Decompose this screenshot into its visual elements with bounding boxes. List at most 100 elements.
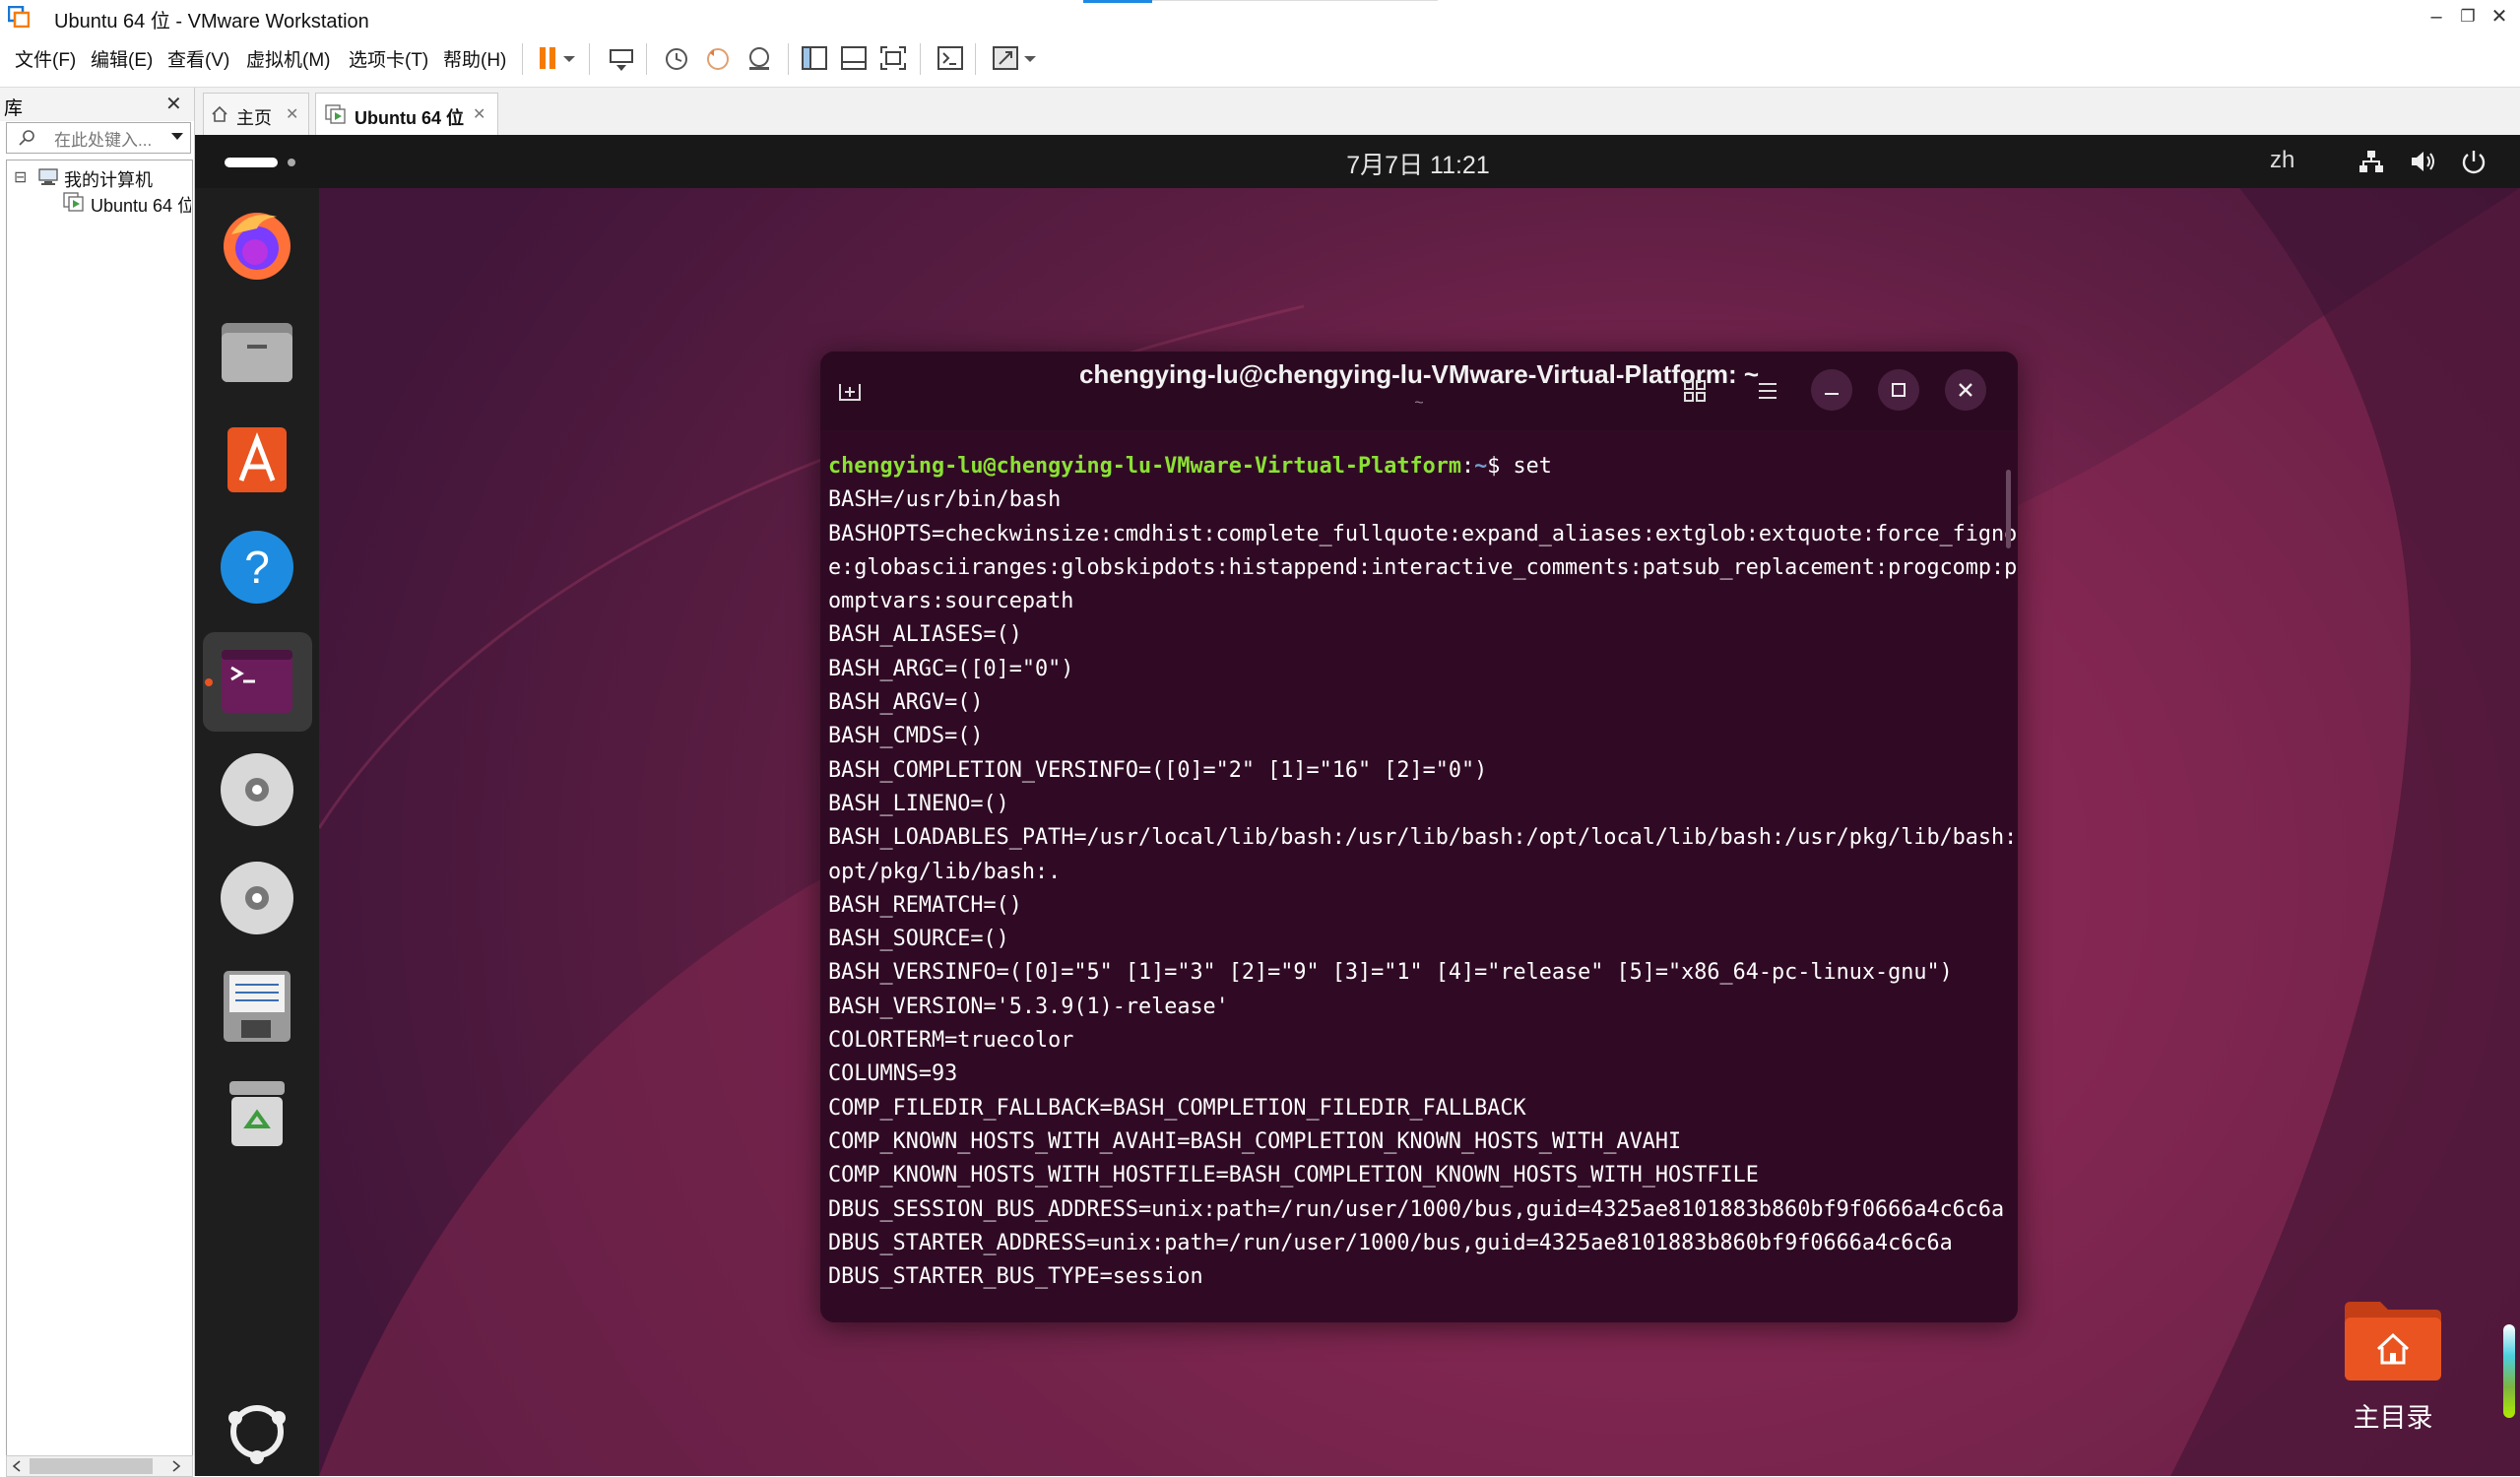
chevron-down-icon[interactable]	[559, 41, 579, 75]
menu-vm[interactable]: 虚拟机(M)	[246, 45, 330, 72]
output-line: omptvars:sourcepath	[828, 589, 1074, 614]
tab-strip	[195, 88, 2520, 136]
svg-text:?: ?	[244, 542, 270, 593]
console-view-icon[interactable]	[934, 41, 967, 75]
files-icon[interactable]	[218, 311, 296, 390]
menu-file[interactable]: 文件(F)	[15, 45, 76, 72]
output-line: COMP_FILEDIR_FALLBACK=BASH_COMPLETION_FI…	[828, 1095, 1526, 1121]
tab-ubuntu-close-button[interactable]: ✕	[473, 104, 485, 124]
library-search-placeholder: 在此处键入...	[54, 131, 153, 150]
close-icon[interactable]	[1945, 369, 1986, 411]
window-title: Ubuntu 64 位 - VMware Workstation	[54, 11, 369, 32]
input-method-indicator[interactable]: zh	[2270, 147, 2294, 174]
tab-home-label: 主页	[236, 108, 272, 128]
tree-collapse-toggle[interactable]: ⊟	[14, 167, 27, 187]
tree-item-ubuntu[interactable]: Ubuntu 64 位	[91, 196, 191, 216]
floppy-drive-icon[interactable]	[218, 967, 296, 1046]
output-line: opt/pkg/lib/bash:.	[828, 859, 1062, 884]
library-close-button[interactable]: ✕	[165, 92, 182, 116]
snapshot-manager-icon[interactable]	[743, 41, 776, 75]
minimize-icon[interactable]	[1811, 369, 1852, 411]
tab-ubuntu-label: Ubuntu 64 位	[355, 108, 464, 128]
trash-icon[interactable]	[218, 1073, 296, 1152]
tab-home-close-button[interactable]: ✕	[286, 104, 298, 124]
library-title: 库	[4, 98, 24, 119]
home-folder-icon[interactable]	[2341, 1298, 2445, 1382]
prompt-separator: :	[1461, 454, 1475, 479]
prompt-user: chengying-lu@chengying-lu-VMware-Virtual…	[828, 454, 1462, 479]
output-line: DBUS_STARTER_ADDRESS=unix:path=/run/user…	[828, 1230, 1953, 1255]
library-tree	[6, 160, 193, 1457]
network-icon[interactable]	[2358, 148, 2385, 175]
vm-running-icon	[325, 104, 346, 124]
output-line: e:globasciiranges:globskipdots:histappen…	[828, 554, 2018, 580]
output-line: BASHOPTS=checkwinsize:cmdhist:complete_f…	[828, 521, 2018, 546]
full-screen-icon[interactable]	[876, 41, 910, 75]
terminal-window[interactable]: chengying-lu@chengying-lu-VMware-Virtual…	[820, 352, 2018, 1322]
output-line: BASH_VERSION='5.3.9(1)-release'	[828, 994, 1229, 1019]
volume-icon[interactable]	[2409, 148, 2438, 175]
toolbar-separator	[646, 43, 647, 75]
vmware-app-icon	[8, 6, 30, 28]
toolbar-separator	[788, 43, 789, 75]
hamburger-menu-icon[interactable]	[1752, 375, 1783, 407]
terminal-prompt: chengying-lu@chengying-lu-VMware-Virtual…	[828, 450, 2010, 483]
revert-snapshot-icon[interactable]	[701, 41, 735, 75]
output-line: BASH_ARGV=()	[828, 690, 984, 716]
menu-view[interactable]: 查看(V)	[167, 45, 229, 72]
dvd-drive-icon[interactable]	[218, 859, 296, 937]
toolbar-separator	[975, 43, 976, 75]
output-line: BASH_REMATCH=()	[828, 892, 1022, 918]
running-indicator	[205, 678, 213, 686]
home-icon	[212, 105, 227, 122]
maximize-icon[interactable]	[1878, 369, 1919, 411]
workspace-indicator-active[interactable]	[225, 158, 278, 167]
search-icon	[19, 130, 34, 146]
tab-overview-icon[interactable]	[1679, 375, 1711, 407]
prompt-path: ~	[1474, 454, 1488, 479]
scrollbar-thumb[interactable]	[30, 1458, 153, 1474]
vm-running-icon	[63, 192, 84, 212]
menu-help[interactable]: 帮助(H)	[443, 45, 506, 72]
output-line: DBUS_SESSION_BUS_ADDRESS=unix:path=/run/…	[828, 1196, 2005, 1222]
chevron-down-icon[interactable]	[1020, 41, 1040, 75]
output-line: BASH_ARGC=([0]="0")	[828, 656, 1074, 681]
dvd-drive-icon[interactable]	[218, 750, 296, 829]
output-line: BASH_LOADABLES_PATH=/usr/local/lib/bash:…	[828, 825, 2018, 851]
tree-item-my-computer[interactable]: 我的计算机	[64, 166, 153, 192]
power-icon[interactable]	[2460, 148, 2488, 175]
scroll-right-icon[interactable]	[169, 1458, 183, 1474]
show-apps-icon[interactable]	[218, 1392, 296, 1471]
terminal-scrollbar[interactable]	[2006, 470, 2011, 548]
home-folder-label[interactable]: 主目录	[2324, 1396, 2462, 1435]
toolbar-separator	[522, 43, 523, 75]
app-center-icon[interactable]	[218, 419, 296, 498]
prompt-command: $ set	[1487, 454, 1552, 479]
thumbnail-bar-icon[interactable]	[837, 41, 871, 75]
firefox-icon[interactable]	[218, 205, 296, 284]
workspace-indicator[interactable]	[288, 159, 295, 166]
snapshot-icon[interactable]	[660, 41, 693, 75]
computer-icon	[38, 168, 58, 185]
menu-edit[interactable]: 编辑(E)	[91, 45, 153, 72]
output-line: BASH_SOURCE=()	[828, 927, 1009, 952]
terminal-output[interactable]: chengying-lu@chengying-lu-VMware-Virtual…	[828, 450, 2018, 1316]
library-view-icon[interactable]	[798, 41, 831, 75]
output-line: BASH_CMDS=()	[828, 724, 984, 749]
toolbar-separator	[920, 43, 921, 75]
stretch-guest-icon[interactable]	[989, 41, 1022, 75]
chevron-down-icon[interactable]	[169, 130, 185, 144]
menu-tabs[interactable]: 选项卡(T)	[349, 45, 428, 72]
output-line: BASH_LINENO=()	[828, 791, 1009, 816]
output-line: BASH=/usr/bin/bash	[828, 487, 1062, 513]
terminal-icon[interactable]	[218, 642, 296, 721]
scroll-left-icon[interactable]	[10, 1458, 24, 1474]
output-line: COMP_KNOWN_HOSTS_WITH_AVAHI=BASH_COMPLET…	[828, 1128, 1682, 1154]
toolbar-separator	[589, 43, 590, 75]
help-icon[interactable]: ?	[218, 528, 296, 607]
clock[interactable]: 7月7日 11:21	[1320, 146, 1517, 181]
close-window-button[interactable]: ✕	[2480, 2, 2519, 32]
window-titlebar	[0, 0, 2520, 33]
volume-level-indicator	[2503, 1324, 2515, 1418]
send-ctrl-alt-del-icon[interactable]	[605, 41, 638, 75]
